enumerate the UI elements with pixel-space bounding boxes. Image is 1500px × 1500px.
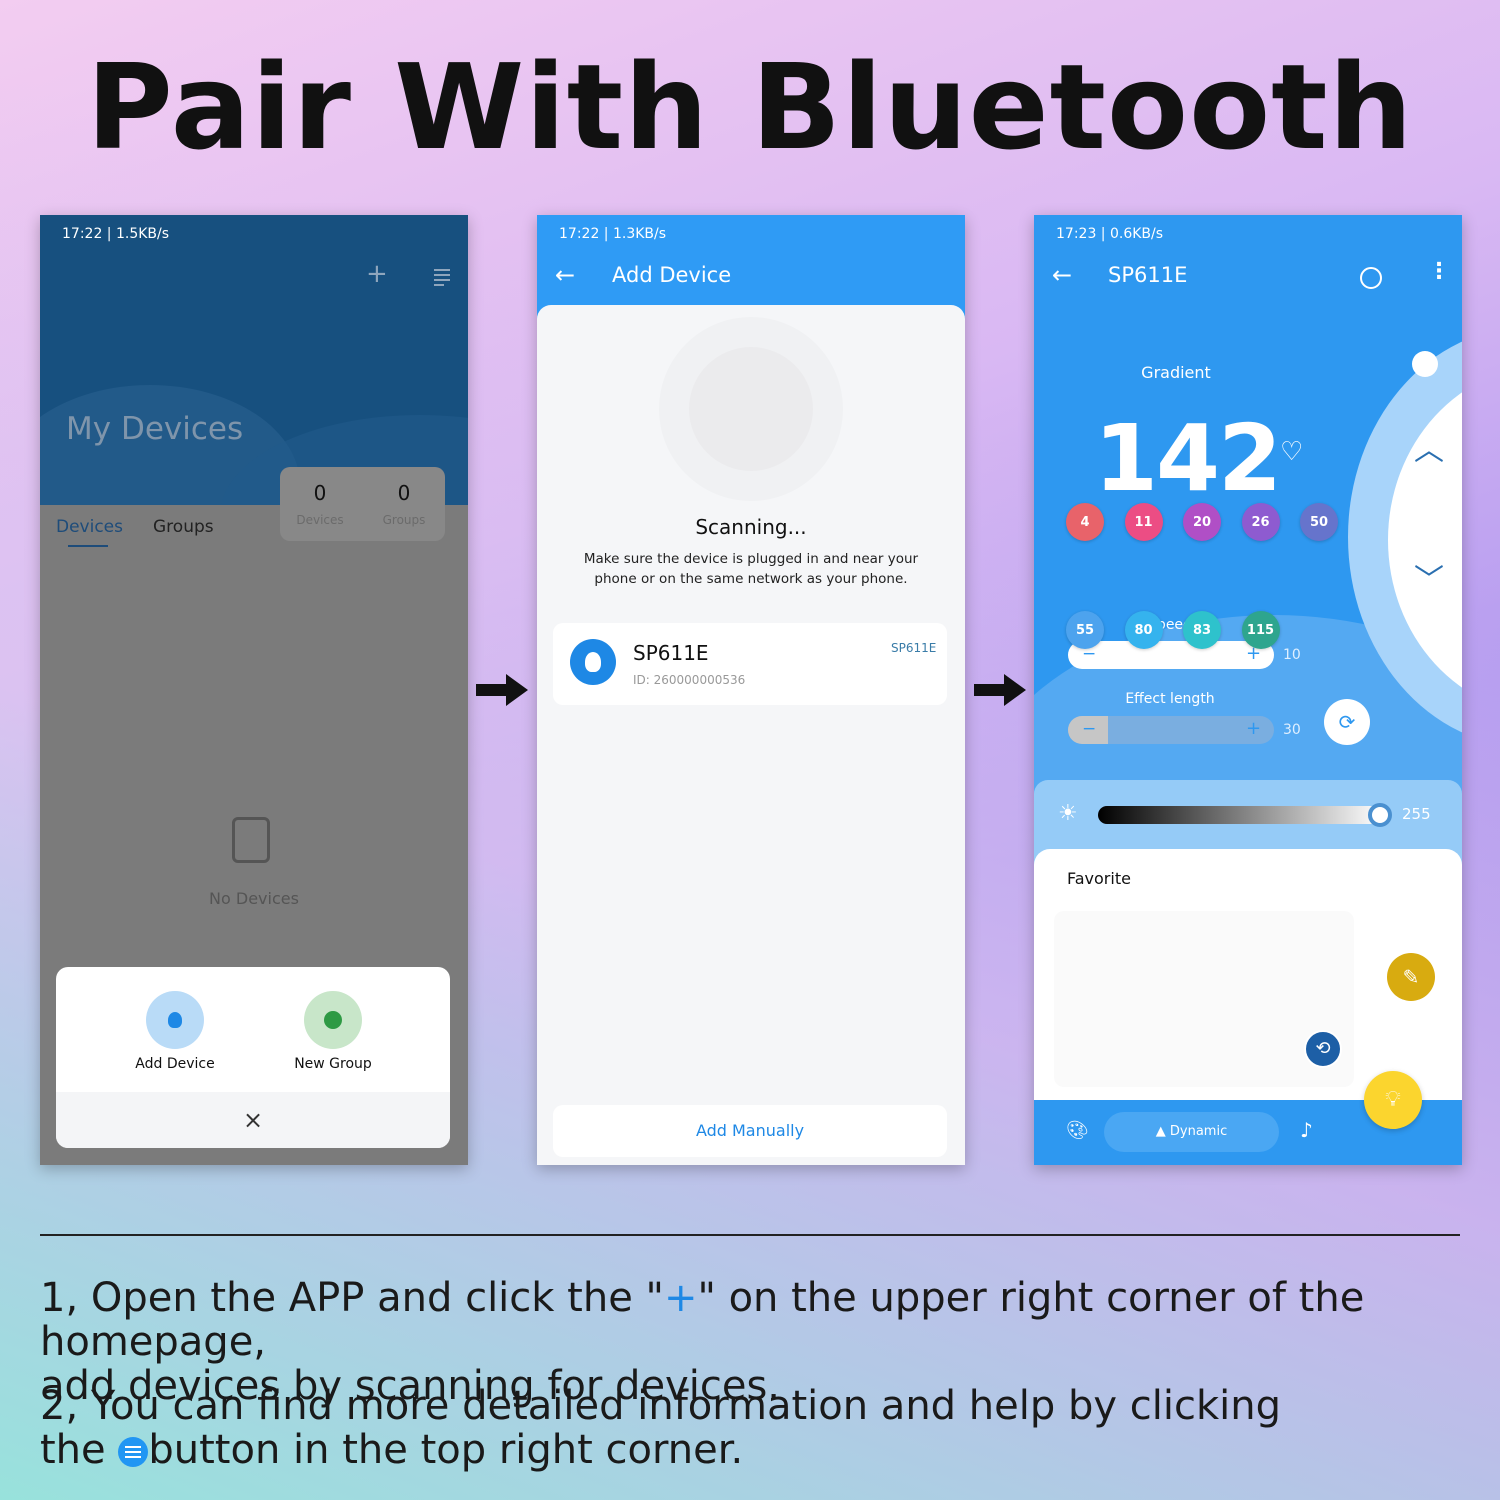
header-title: Add Device	[612, 263, 732, 287]
no-devices-text: No Devices	[209, 889, 299, 908]
menu-icon	[118, 1437, 149, 1467]
tab-indicator	[68, 545, 108, 547]
status-bar: 17:22 | 1.5KB/s	[62, 226, 170, 242]
favorite-item[interactable]: 55	[1066, 611, 1104, 649]
favorite-item[interactable]: 50	[1300, 503, 1338, 541]
close-icon[interactable]: ×	[56, 1092, 450, 1148]
phone-my-devices: 17:22 | 1.5KB/s + My Devices 0 Devices 0…	[40, 215, 468, 1165]
heart-icon[interactable]: ♡	[1280, 437, 1303, 467]
add-device-button[interactable]	[146, 991, 204, 1049]
back-icon[interactable]: ←	[555, 261, 575, 289]
power-bulb-button[interactable]: 💡︎	[1364, 1071, 1422, 1129]
empty-document-icon	[232, 817, 270, 863]
refresh-icon[interactable]: ⟳	[1324, 699, 1370, 745]
favorite-cycle-icon[interactable]: ⟲	[1304, 1030, 1342, 1068]
back-icon[interactable]: ←	[1052, 261, 1072, 289]
tab-devices[interactable]: Devices	[56, 517, 123, 537]
divider	[40, 1234, 1460, 1236]
scanning-text: Scanning...	[695, 515, 807, 539]
favorite-item[interactable]: 115	[1241, 611, 1280, 649]
bulb-icon	[168, 1012, 182, 1028]
add-icon[interactable]: +	[366, 259, 388, 289]
status-bar: 17:22 | 1.3KB/s	[559, 226, 667, 242]
arrow-right-icon	[974, 674, 1026, 706]
phone-device-control: ︿ ﹀ 17:23 | 0.6KB/s ← SP611E ⋮ Gradient …	[1034, 215, 1462, 1165]
status-bar: 17:23 | 0.6KB/s	[1056, 226, 1164, 242]
stats-card: 0 Devices 0 Groups	[280, 467, 445, 541]
instruction-2: 2, You can find more detailed informatio…	[40, 1383, 1281, 1473]
dial-handle[interactable]	[1412, 351, 1438, 377]
mode-label: Gradient	[1141, 363, 1211, 382]
arrow-right-icon	[476, 674, 528, 706]
edit-pencil-icon[interactable]: ✎	[1387, 953, 1435, 1001]
favorite-item[interactable]: 20	[1183, 503, 1221, 541]
brightness-icon: ☀	[1058, 801, 1078, 826]
favorite-item[interactable]: 4	[1066, 503, 1104, 541]
plus-icon[interactable]: +	[1246, 718, 1261, 739]
music-icon[interactable]: ♪	[1300, 1118, 1313, 1142]
add-manually-button[interactable]: Add Manually	[553, 1105, 947, 1157]
tab-groups[interactable]: Groups	[153, 517, 214, 537]
content: Scanning... Make sure the device is plug…	[537, 305, 965, 1165]
header-title: SP611E	[1108, 263, 1188, 287]
favorite-item[interactable]: 26	[1241, 503, 1280, 541]
more-icon[interactable]: ⋮	[1428, 259, 1450, 284]
phone-add-device: 17:22 | 1.3KB/s ← Add Device Scanning...…	[537, 215, 965, 1165]
shapes-icon: ▲	[1155, 1124, 1170, 1139]
brightness-slider[interactable]	[1098, 806, 1382, 824]
favorite-item[interactable]: 80	[1124, 611, 1163, 649]
group-icon	[324, 1011, 342, 1029]
mode-number: 142	[1094, 405, 1282, 512]
favorite-item[interactable]: 83	[1183, 611, 1221, 649]
scan-hint: Make sure the device is plugged in and n…	[583, 551, 919, 587]
speed-slider[interactable]: − +	[1068, 641, 1274, 669]
nav-dynamic[interactable]: ▲ Dynamic	[1104, 1112, 1279, 1152]
alarm-icon[interactable]	[1360, 267, 1382, 289]
minus-icon[interactable]: −	[1082, 719, 1096, 739]
chevron-up-icon[interactable]: ︿	[1414, 425, 1444, 469]
new-group-button[interactable]	[304, 991, 362, 1049]
favorite-item[interactable]: 11	[1124, 503, 1163, 541]
add-sheet: Add Device New Group ×	[56, 967, 450, 1148]
effect-length-slider[interactable]: − +	[1068, 716, 1274, 744]
chevron-down-icon[interactable]: ﹀	[1414, 555, 1444, 599]
my-devices-heading: My Devices	[66, 411, 244, 447]
brightness-handle[interactable]	[1368, 803, 1392, 827]
palette-icon[interactable]: 🎨︎	[1066, 1120, 1089, 1141]
device-list-item[interactable]: SP611E ID: 260000000536 SP611E	[553, 623, 947, 705]
menu-icon[interactable]	[434, 269, 450, 286]
bulb-icon	[570, 639, 616, 685]
page-title: Pair With Bluetooth	[86, 38, 1414, 176]
